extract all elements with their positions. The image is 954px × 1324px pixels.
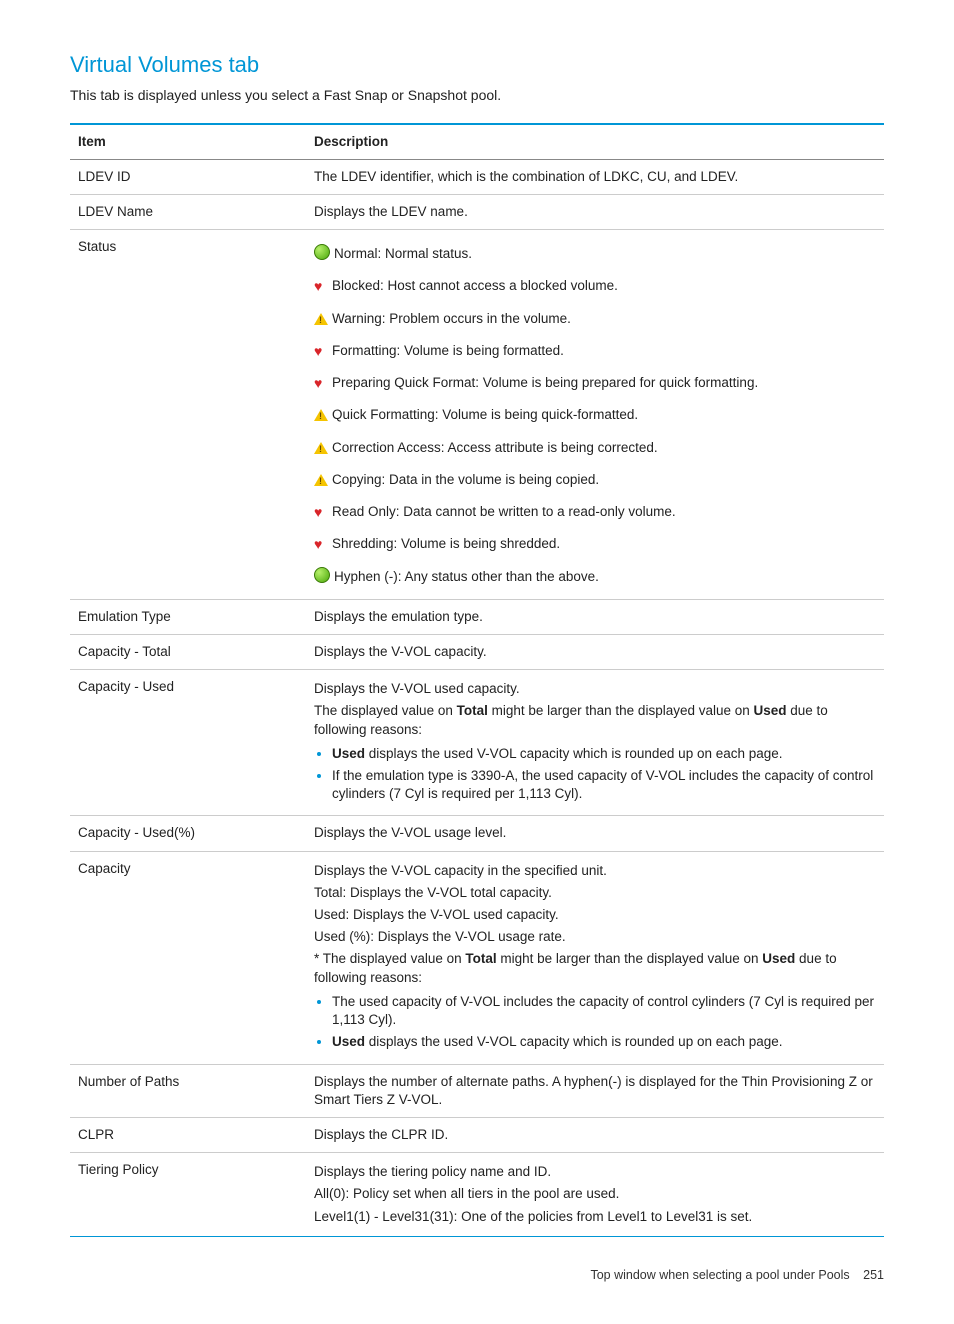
text-line: Used: Displays the V-VOL used capacity. [314, 906, 876, 924]
table-row: Capacity - Used Displays the V-VOL used … [70, 670, 884, 816]
cell-item: Tiering Policy [70, 1153, 306, 1237]
table-row: CLPR Displays the CLPR ID. [70, 1118, 884, 1153]
cell-item: Capacity - Used [70, 670, 306, 816]
quick-formatting-icon [314, 409, 328, 421]
header-item: Item [70, 124, 306, 160]
footer-text: Top window when selecting a pool under P… [590, 1268, 849, 1282]
cell-desc: Normal: Normal status. Blocked: Host can… [306, 230, 884, 599]
copying-icon [314, 474, 328, 486]
blocked-icon [314, 278, 328, 292]
section-lead: This tab is displayed unless you select … [70, 86, 884, 105]
table-row: Tiering Policy Displays the tiering poli… [70, 1153, 884, 1237]
page-footer: Top window when selecting a pool under P… [70, 1267, 884, 1284]
table-row: Capacity - Used(%) Displays the V-VOL us… [70, 816, 884, 851]
status-text: Quick Formatting: Volume is being quick-… [332, 407, 638, 422]
status-text: Correction Access: Access attribute is b… [332, 440, 658, 455]
status-text: Warning: Problem occurs in the volume. [332, 311, 571, 326]
cell-desc: Displays the emulation type. [306, 599, 884, 634]
cell-item: LDEV Name [70, 195, 306, 230]
status-text: Hyphen (-): Any status other than the ab… [334, 569, 599, 584]
section-heading: Virtual Volumes tab [70, 50, 884, 80]
list-item: The used capacity of V-VOL includes the … [332, 993, 876, 1029]
status-text: Preparing Quick Format: Volume is being … [332, 375, 758, 390]
table-row: LDEV Name Displays the LDEV name. [70, 195, 884, 230]
table-row: Capacity Displays the V-VOL capacity in … [70, 851, 884, 1064]
cell-item: Capacity [70, 851, 306, 1064]
cell-item: Capacity - Used(%) [70, 816, 306, 851]
text-line: All(0): Policy set when all tiers in the… [314, 1185, 876, 1203]
text-line: Total: Displays the V-VOL total capacity… [314, 884, 876, 902]
cell-desc: Displays the V-VOL used capacity. The di… [306, 670, 884, 816]
cell-item: Emulation Type [70, 599, 306, 634]
readonly-icon [314, 504, 328, 518]
spec-table: Item Description LDEV ID The LDEV identi… [70, 123, 884, 1237]
bullet-list: Used displays the used V-VOL capacity wh… [314, 745, 876, 804]
table-row: Number of Paths Displays the number of a… [70, 1064, 884, 1117]
cell-desc: Displays the V-VOL capacity. [306, 634, 884, 669]
text-line: Displays the V-VOL capacity in the speci… [314, 862, 876, 880]
text-line: Used (%): Displays the V-VOL usage rate. [314, 928, 876, 946]
status-text: Copying: Data in the volume is being cop… [332, 472, 599, 487]
cell-item: Capacity - Total [70, 634, 306, 669]
cell-desc: Displays the tiering policy name and ID.… [306, 1153, 884, 1237]
normal-icon [314, 244, 330, 260]
preparing-icon [314, 375, 328, 389]
status-text: Formatting: Volume is being formatted. [332, 343, 564, 358]
cell-desc: Displays the V-VOL capacity in the speci… [306, 851, 884, 1064]
hyphen-icon [314, 567, 330, 583]
formatting-icon [314, 343, 328, 357]
cell-desc: Displays the V-VOL usage level. [306, 816, 884, 851]
cell-desc: Displays the number of alternate paths. … [306, 1064, 884, 1117]
list-item: Used displays the used V-VOL capacity wh… [332, 1033, 876, 1051]
list-item: If the emulation type is 3390-A, the use… [332, 767, 876, 803]
page-number: 251 [863, 1268, 884, 1282]
text-line: Displays the V-VOL used capacity. [314, 680, 876, 698]
list-item: Used displays the used V-VOL capacity wh… [332, 745, 876, 763]
text-line: * The displayed value on Total might be … [314, 950, 876, 986]
cell-item: CLPR [70, 1118, 306, 1153]
table-row: Emulation Type Displays the emulation ty… [70, 599, 884, 634]
status-text: Read Only: Data cannot be written to a r… [332, 504, 676, 519]
cell-item: LDEV ID [70, 159, 306, 194]
table-row: Status Normal: Normal status. Blocked: H… [70, 230, 884, 599]
status-text: Normal: Normal status. [334, 246, 472, 261]
status-text: Blocked: Host cannot access a blocked vo… [332, 278, 618, 293]
cell-item: Number of Paths [70, 1064, 306, 1117]
cell-desc: The LDEV identifier, which is the combin… [306, 159, 884, 194]
table-row: LDEV ID The LDEV identifier, which is th… [70, 159, 884, 194]
shredding-icon [314, 536, 328, 550]
status-text: Shredding: Volume is being shredded. [332, 536, 560, 551]
text-line: Displays the tiering policy name and ID. [314, 1163, 876, 1181]
header-description: Description [306, 124, 884, 160]
text-line: Level1(1) - Level31(31): One of the poli… [314, 1208, 876, 1226]
cell-desc: Displays the LDEV name. [306, 195, 884, 230]
bullet-list: The used capacity of V-VOL includes the … [314, 993, 876, 1052]
warning-icon [314, 313, 328, 325]
table-row: Capacity - Total Displays the V-VOL capa… [70, 634, 884, 669]
text-line: The displayed value on Total might be la… [314, 702, 876, 738]
cell-desc: Displays the CLPR ID. [306, 1118, 884, 1153]
cell-item: Status [70, 230, 306, 599]
correction-icon [314, 442, 328, 454]
